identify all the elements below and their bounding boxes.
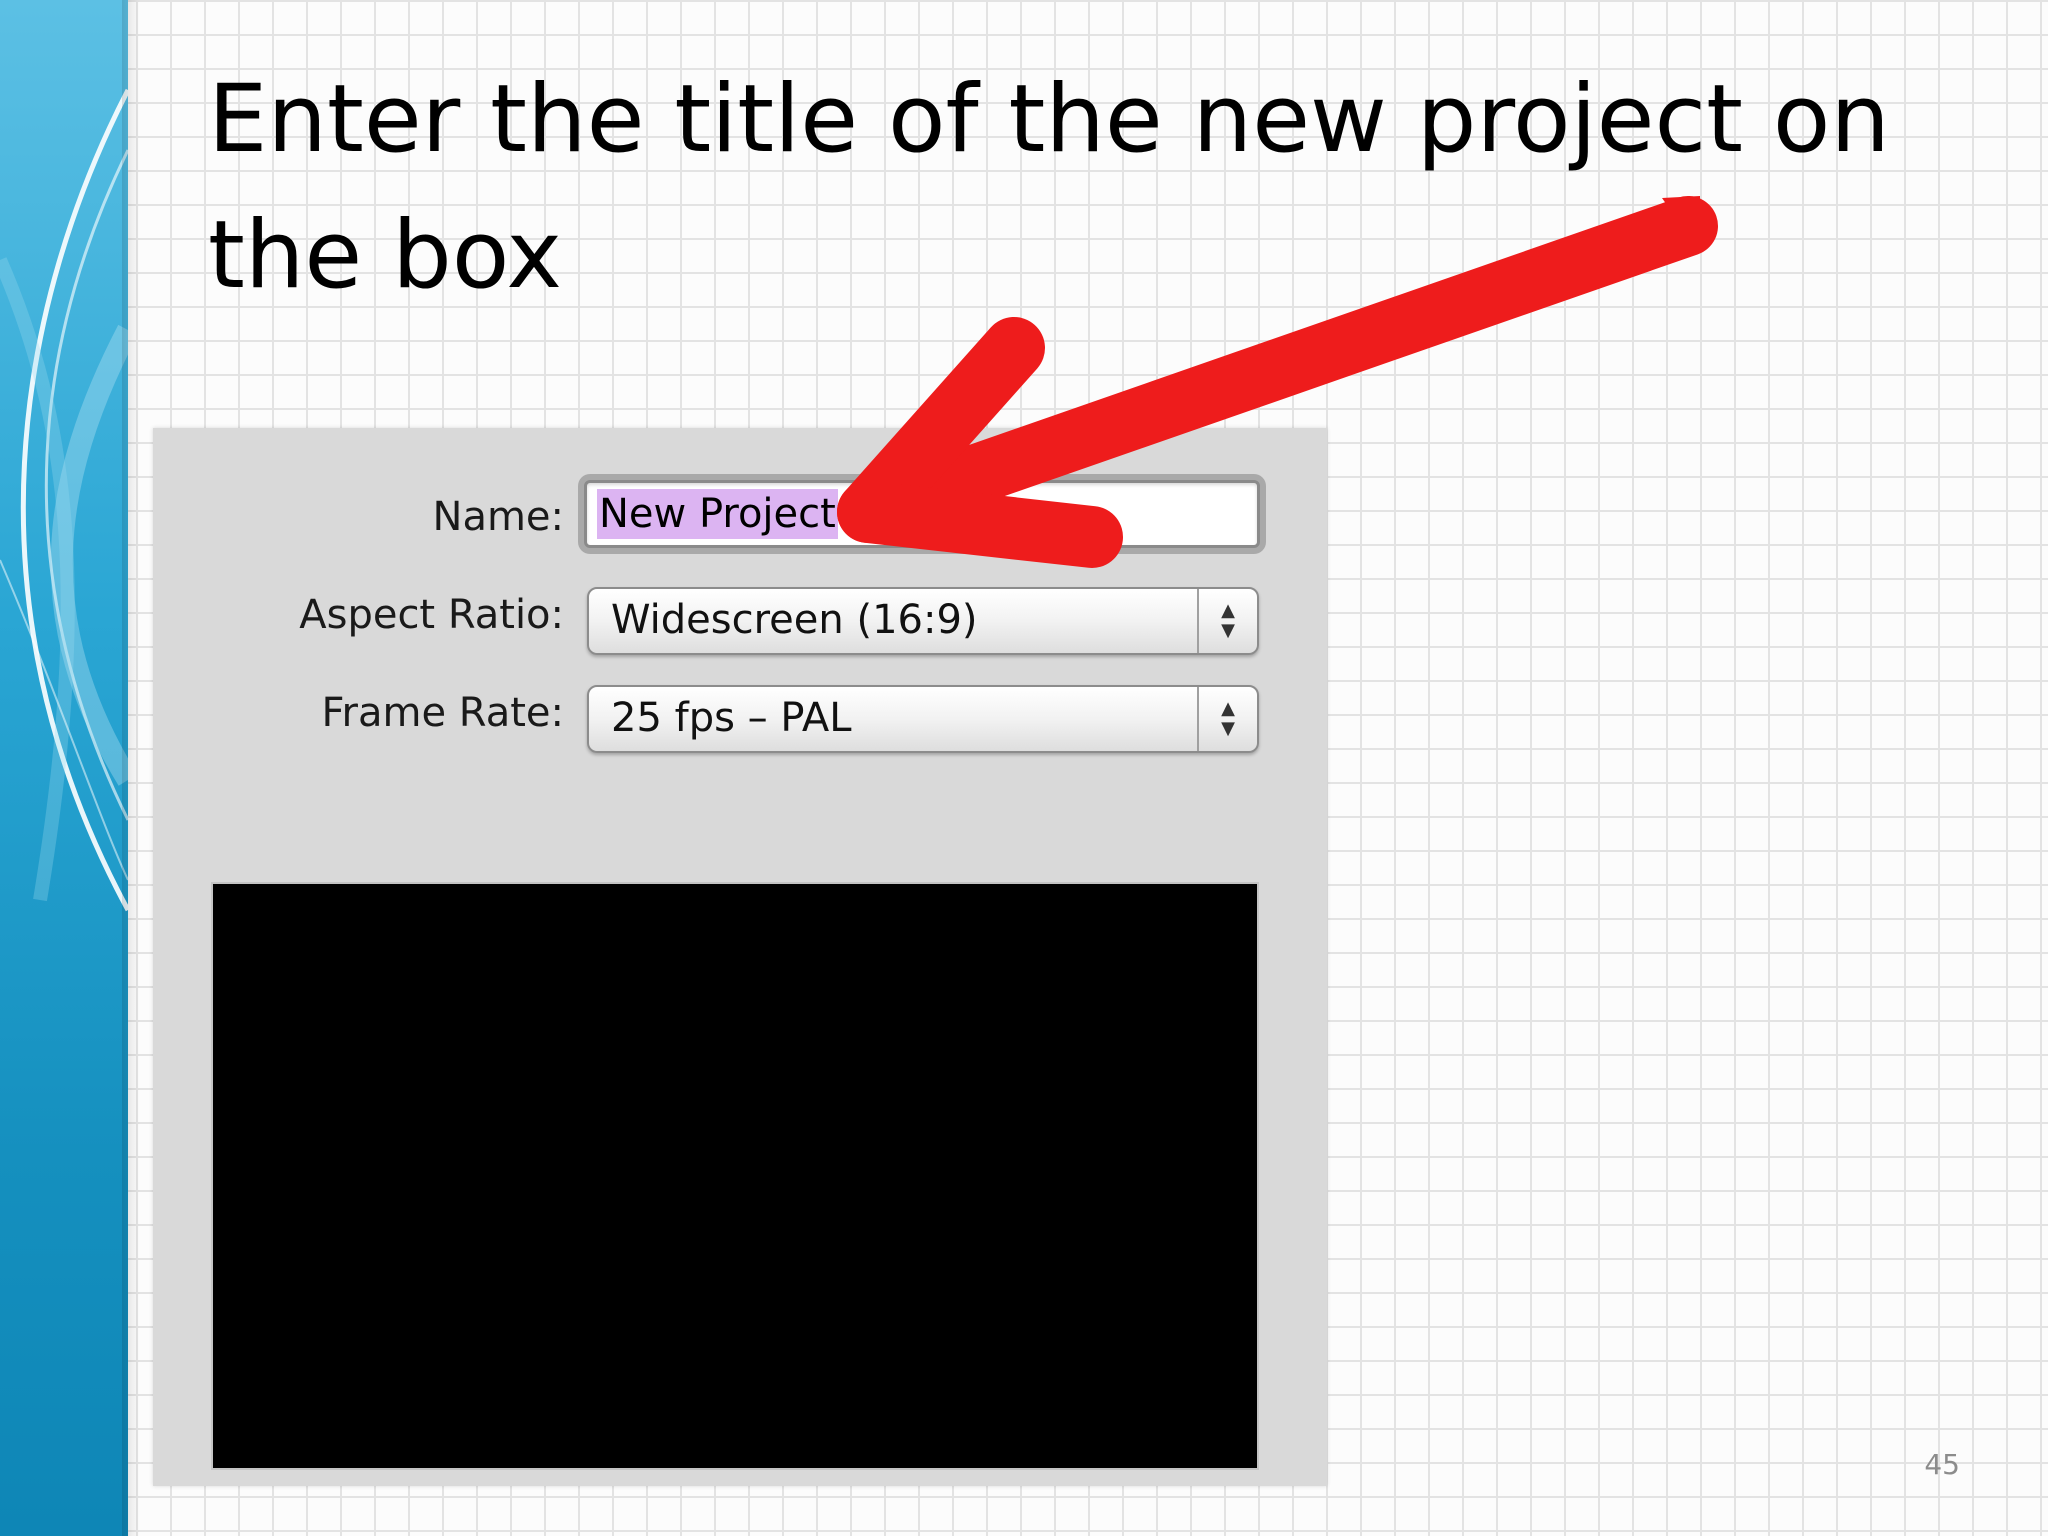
page-number: 45 [1924, 1448, 1960, 1481]
aspect-ratio-label: Aspect Ratio: [299, 592, 564, 638]
video-preview [211, 882, 1259, 1470]
decorative-side-band [0, 0, 128, 1536]
frame-rate-select[interactable]: 25 fps – PAL ▲ ▼ [587, 685, 1259, 753]
project-name-input[interactable]: New Project [584, 480, 1260, 548]
frame-rate-value: 25 fps – PAL [611, 695, 852, 741]
band-shadow [122, 0, 140, 1536]
frame-rate-label: Frame Rate: [321, 690, 564, 736]
up-down-arrows-icon: ▲ ▼ [1197, 687, 1257, 751]
slide-title: Enter the title of the new project on th… [208, 65, 1890, 310]
selected-name-text: New Project [597, 489, 838, 539]
up-down-arrows-icon: ▲ ▼ [1197, 589, 1257, 653]
name-label: Name: [432, 494, 564, 540]
swirl-decoration [0, 88, 128, 912]
aspect-ratio-select[interactable]: Widescreen (16:9) ▲ ▼ [587, 587, 1259, 655]
new-project-dialog: Name: New Project Aspect Ratio: Widescre… [153, 428, 1327, 1486]
aspect-ratio-value: Widescreen (16:9) [611, 597, 978, 643]
